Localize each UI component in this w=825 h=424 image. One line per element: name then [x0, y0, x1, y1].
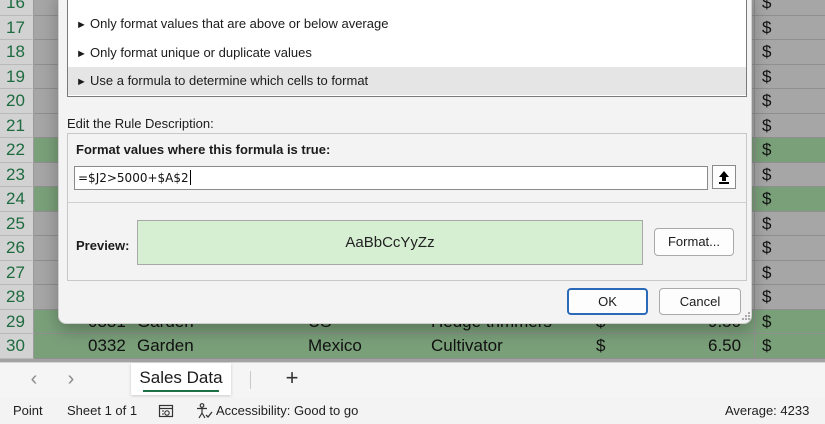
- row-number[interactable]: 23: [0, 162, 34, 187]
- currency-cell[interactable]: $: [762, 163, 771, 187]
- row-number[interactable]: 16: [0, 0, 34, 16]
- preview-box: AaBbCcYyZz: [137, 220, 643, 265]
- cancel-button[interactable]: Cancel: [659, 288, 741, 315]
- cell[interactable]: Cultivator: [431, 334, 503, 358]
- text-caret: [189, 170, 191, 185]
- status-mode: Point: [13, 403, 43, 418]
- rule-description-box: Format values where this formula is true…: [67, 133, 747, 281]
- row-number[interactable]: 19: [0, 64, 34, 89]
- cell[interactable]: 0332: [88, 334, 126, 358]
- sheet-tab-bar: ‹ › Sales Data +: [0, 362, 825, 398]
- cell[interactable]: 6.50: [708, 334, 741, 358]
- sheet-row[interactable]: 30 $0332 Garden Mexico Cultivator $6.50: [0, 334, 825, 359]
- currency-cell[interactable]: $: [762, 334, 771, 358]
- currency-cell[interactable]: $: [762, 114, 771, 138]
- format-button[interactable]: Format...: [654, 228, 734, 256]
- row-number[interactable]: 28: [0, 285, 34, 310]
- row-number[interactable]: 30: [0, 334, 34, 359]
- row-number[interactable]: 29: [0, 309, 34, 334]
- pointer-arrow-icon: ►: [76, 19, 87, 31]
- status-bar: Point Sheet 1 of 1 Accessibility: Good t…: [0, 398, 825, 424]
- rule-type-above-below-average[interactable]: ► Only format values that are above or be…: [68, 10, 746, 38]
- preview-label: Preview:: [76, 238, 130, 253]
- rule-type-unique-duplicate[interactable]: ► Only format unique or duplicate values: [68, 39, 746, 67]
- divider: [250, 371, 251, 389]
- pointer-arrow-icon: ►: [76, 48, 87, 60]
- currency-cell[interactable]: $: [762, 138, 771, 162]
- row-number[interactable]: 22: [0, 138, 34, 163]
- upload-arrow-icon: [719, 171, 729, 184]
- cell[interactable]: Garden: [137, 334, 194, 358]
- currency-cell[interactable]: $: [762, 261, 771, 285]
- edit-rule-description-label: Edit the Rule Description:: [67, 116, 214, 131]
- row-number[interactable]: 20: [0, 89, 34, 114]
- row-number[interactable]: 18: [0, 40, 34, 65]
- currency-cell[interactable]: $: [762, 16, 771, 40]
- divider: [68, 202, 746, 203]
- currency-cell[interactable]: $: [762, 310, 771, 334]
- formula-label: Format values where this formula is true…: [76, 142, 331, 157]
- collapse-dialog-button[interactable]: [712, 165, 736, 189]
- currency-cell[interactable]: $: [762, 236, 771, 260]
- status-average[interactable]: Average: 4233: [725, 398, 809, 424]
- row-number[interactable]: 21: [0, 113, 34, 138]
- pointer-arrow-icon: ►: [76, 76, 87, 88]
- row-cells[interactable]: $0332 Garden Mexico Cultivator $6.50: [34, 334, 825, 359]
- active-tab-underline: [143, 390, 219, 392]
- scroll-tabs-left-icon[interactable]: ‹: [24, 369, 44, 389]
- rule-type-list[interactable]: ► Only format values that are above or be…: [67, 0, 747, 97]
- add-sheet-button[interactable]: +: [280, 367, 304, 391]
- sheet-tab-sales-data[interactable]: Sales Data: [131, 363, 231, 395]
- ok-button[interactable]: OK: [567, 288, 648, 315]
- currency-cell[interactable]: $: [762, 89, 771, 113]
- currency-cell[interactable]: $: [762, 285, 771, 309]
- row-number[interactable]: 27: [0, 260, 34, 285]
- currency-cell[interactable]: $: [762, 0, 771, 15]
- formula-text: =$J2>5000+$A$2: [78, 171, 189, 185]
- rule-type-label: Use a formula to determine which cells t…: [90, 73, 369, 88]
- currency-cell[interactable]: $: [762, 65, 771, 89]
- currency-cell[interactable]: $: [762, 212, 771, 236]
- accessibility-status[interactable]: Accessibility: Good to go: [216, 398, 358, 424]
- row-number[interactable]: 25: [0, 211, 34, 236]
- row-number[interactable]: 26: [0, 236, 34, 261]
- scroll-tabs-right-icon[interactable]: ›: [61, 369, 81, 389]
- row-number[interactable]: 17: [0, 15, 34, 40]
- accessibility-icon[interactable]: [195, 402, 213, 420]
- workbook-statistics-icon[interactable]: [158, 403, 174, 419]
- new-formatting-rule-dialog: ► Only format values that are above or be…: [58, 0, 752, 324]
- resize-grip-icon[interactable]: [741, 311, 751, 321]
- rule-type-use-formula[interactable]: ► Use a formula to determine which cells …: [68, 67, 746, 95]
- sheet-tab-label: Sales Data: [139, 368, 223, 387]
- formula-input[interactable]: =$J2>5000+$A$2: [74, 166, 708, 190]
- cell[interactable]: $: [596, 334, 605, 358]
- currency-cell[interactable]: $: [762, 187, 771, 211]
- cell[interactable]: Mexico: [308, 334, 362, 358]
- rule-type-label: Only format values that are above or bel…: [90, 16, 389, 31]
- status-sheet-info: Sheet 1 of 1: [67, 403, 138, 418]
- rule-type-label: Only format unique or duplicate values: [90, 45, 312, 60]
- currency-cell[interactable]: $: [762, 40, 771, 64]
- row-number[interactable]: 24: [0, 187, 34, 212]
